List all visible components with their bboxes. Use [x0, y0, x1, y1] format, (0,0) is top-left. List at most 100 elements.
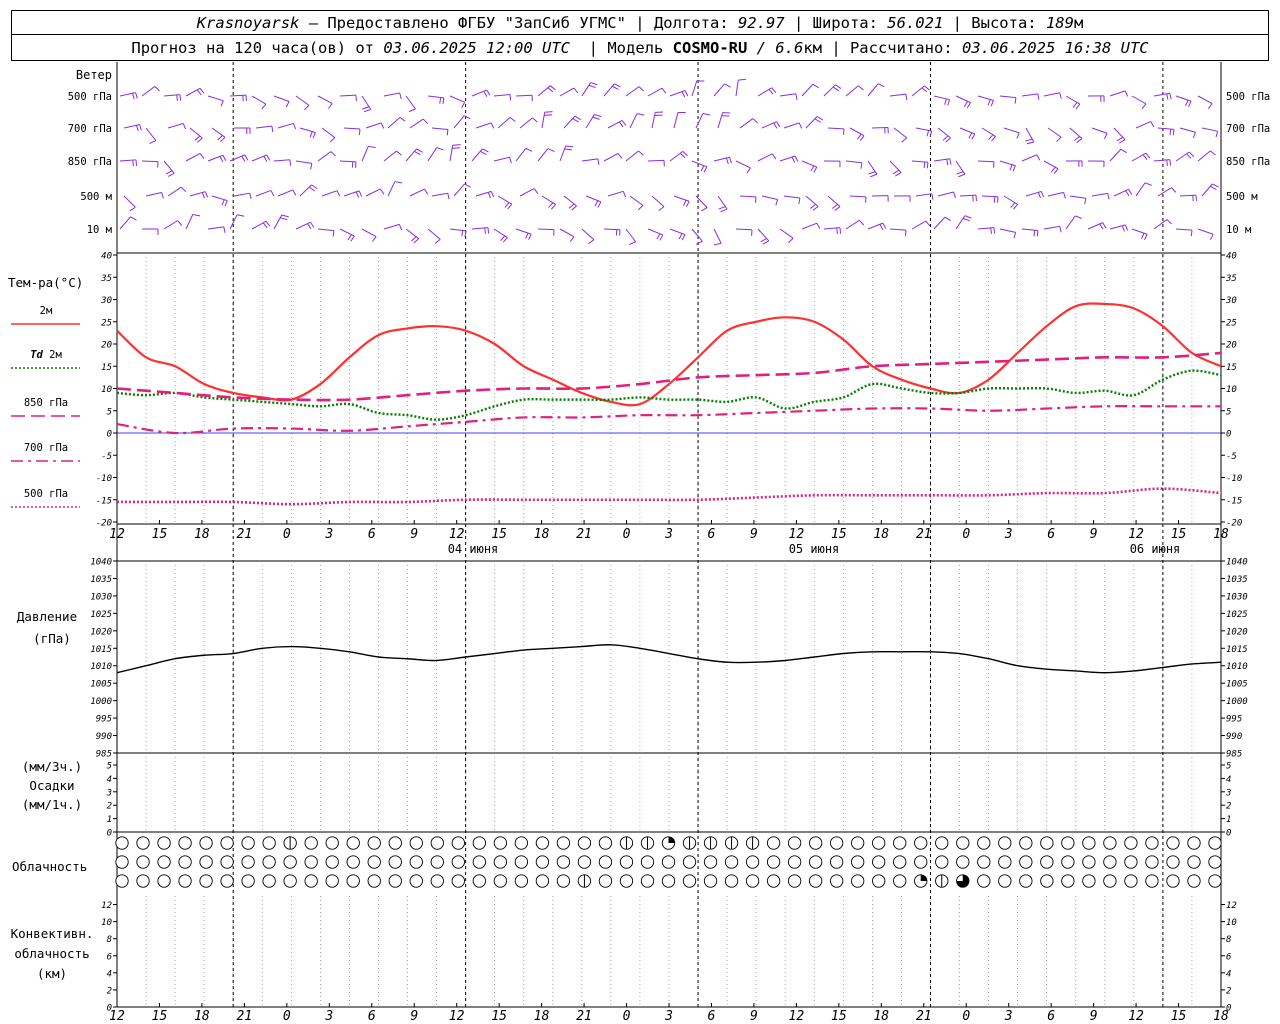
wind-barb: [277, 122, 297, 130]
legend-label: 700 гПа: [24, 442, 68, 454]
wind-barb: [629, 113, 645, 129]
x-tick-label: 21: [237, 1009, 253, 1024]
wind-barb: [1087, 160, 1105, 168]
cloud-symbol: [1187, 855, 1201, 869]
precip-title: Осадки: [29, 778, 74, 793]
cloud-symbol: [556, 855, 571, 869]
wind-barb: [141, 160, 159, 168]
wind-barb: [1065, 215, 1082, 230]
wind-barb: [1069, 195, 1087, 205]
wind-level-label: 500 гПа: [68, 91, 112, 103]
wind-barb: [1003, 127, 1020, 139]
wind-barb: [321, 190, 341, 197]
temp-axis-tick-label-right: 30: [1225, 296, 1237, 306]
cloud-symbol: [409, 874, 423, 888]
wind-barb: [563, 115, 581, 129]
wind-barb: [207, 95, 224, 107]
cloud-symbol: [535, 874, 550, 888]
cloud-symbol: [472, 836, 486, 850]
wind-barb: [361, 228, 377, 242]
wind-barb: [537, 85, 556, 97]
wind-barb: [1175, 95, 1192, 107]
cloud-symbol: [493, 855, 507, 869]
wind-barb: [233, 127, 251, 135]
legend-label-text: 850 гПа: [24, 397, 68, 409]
wind-barb: [449, 95, 466, 108]
wind-barb: [317, 151, 336, 162]
x-tick-label: 15: [831, 527, 847, 542]
x-tick-label: 6: [368, 527, 376, 542]
temp-axis-tick-label-right: -15: [1226, 496, 1242, 506]
cloud-symbol: [220, 836, 234, 850]
wind-barb: [273, 159, 292, 166]
wind-barb: [1179, 194, 1197, 202]
x-tick-label: 9: [750, 1009, 758, 1024]
wind-barb: [1109, 90, 1129, 97]
temp-axis-tick-label-right: -10: [1226, 474, 1242, 484]
wind-barb: [519, 188, 539, 197]
wind-level-label-right: 500 м: [1226, 191, 1258, 203]
wind-barb: [387, 116, 406, 129]
wind-barb: [889, 93, 908, 101]
x-tick-label: 0: [962, 1009, 970, 1024]
cloud-symbol: [220, 874, 234, 888]
precip-axis-tick-label: 4: [107, 775, 112, 785]
wind-barb: [343, 190, 363, 198]
wind-barb: [493, 93, 512, 101]
wind-barb: [1021, 228, 1039, 237]
wind-barb: [277, 189, 297, 197]
cloud-symbol: [977, 855, 991, 869]
x-tick-label: 9: [410, 527, 418, 542]
cloud-symbol: [745, 836, 760, 850]
temp-axis-tick-label: 5: [107, 407, 112, 417]
cloud-symbol: [241, 855, 255, 869]
x-tick-label: 15: [1171, 1009, 1187, 1024]
wind-barb: [449, 228, 467, 237]
wind-barb: [647, 87, 667, 97]
wind-barb: [585, 113, 602, 129]
temp-axis-tick-label-right: 10: [1226, 385, 1237, 395]
cloud-symbol: [367, 836, 381, 850]
cloud-symbols: [115, 836, 1222, 888]
precip-axis-tick-label-right: 2: [1226, 802, 1231, 812]
wind-barb: [735, 160, 751, 174]
temp-axis-tick-label: 30: [100, 296, 112, 306]
wind-barb: [735, 228, 753, 236]
cloud-symbol: [304, 855, 318, 869]
cloud-symbol: [241, 874, 255, 888]
wind-barb: [739, 195, 757, 203]
temp-axis-tick-label-right: 5: [1226, 407, 1231, 417]
wind-barb: [669, 90, 689, 98]
wind-barb: [123, 124, 142, 132]
cloud-symbol: [872, 836, 886, 850]
wind-barb: [361, 145, 376, 162]
conv-axis-tick-label: 10: [101, 918, 112, 928]
wind-level-label: 850 гПа: [68, 156, 112, 168]
wind-barb: [871, 195, 889, 202]
cloud-symbol: [703, 836, 718, 850]
cloud-symbol: [808, 874, 823, 888]
wind-barb: [823, 84, 842, 97]
wind-barb: [1091, 192, 1110, 200]
wind-barb: [981, 195, 999, 203]
cloud-symbol: [388, 855, 402, 869]
wind-barb: [739, 118, 758, 129]
pressure-axis-tick-label-right: 1010: [1226, 662, 1248, 672]
wind-barb: [471, 89, 491, 97]
x-tick-label: 9: [1090, 1009, 1098, 1024]
wind-barb: [1131, 95, 1147, 110]
cloud-symbol: [766, 836, 781, 850]
wind-barb: [999, 228, 1017, 239]
wind-barb: [471, 227, 490, 234]
cloud-symbol: [577, 874, 592, 888]
wind-barb: [405, 228, 420, 244]
cloud-symbol: [745, 855, 760, 869]
wind-barb: [757, 153, 777, 162]
wind-barb: [251, 220, 271, 230]
wind-barb: [1153, 159, 1172, 166]
wind-barb: [409, 188, 429, 197]
wind-barb: [651, 111, 664, 129]
x-tick-label: 0: [623, 527, 631, 542]
wind-barb: [937, 191, 956, 198]
cloud-symbol: [535, 836, 550, 850]
